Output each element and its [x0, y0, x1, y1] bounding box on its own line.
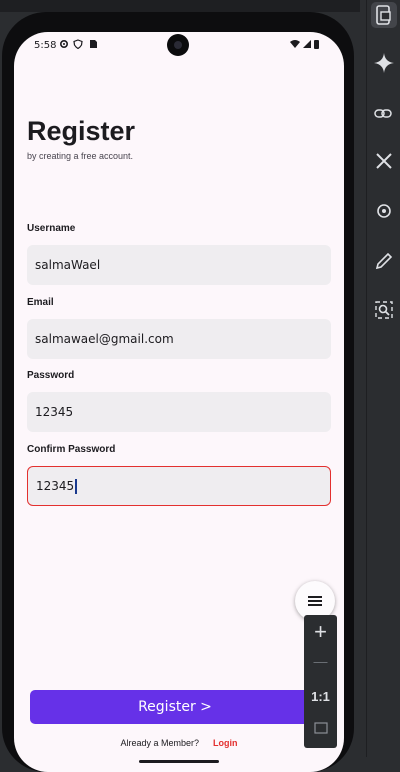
- shield-icon: [73, 39, 83, 49]
- confirm-password-value: 12345: [36, 479, 75, 493]
- ide-right-toolbar: [366, 0, 400, 757]
- email-label: Email: [27, 297, 54, 308]
- confirm-password-label: Confirm Password: [27, 444, 116, 455]
- zoom-in-button[interactable]: +: [304, 619, 337, 645]
- password-label: Password: [27, 370, 75, 381]
- device-manager-icon[interactable]: [371, 2, 397, 28]
- status-time: 5:58: [34, 40, 57, 51]
- phone-frame: 5:58 Register by creating a free account…: [2, 12, 354, 772]
- zoom-controls: + — 1:1: [304, 615, 337, 748]
- login-prompt: Already a Member? Login: [14, 738, 344, 748]
- password-value: 12345: [35, 405, 74, 419]
- register-button[interactable]: Register >: [30, 690, 320, 724]
- pencil-icon[interactable]: [371, 248, 397, 274]
- app-screen: 5:58 Register by creating a free account…: [14, 32, 344, 772]
- email-field[interactable]: salmawael@gmail.com: [27, 319, 331, 359]
- settings-edit-icon[interactable]: [371, 198, 397, 224]
- inspect-icon[interactable]: [371, 297, 397, 323]
- confirm-password-field[interactable]: 12345: [27, 466, 331, 506]
- text-cursor: [75, 478, 78, 494]
- link-icon[interactable]: [371, 101, 397, 127]
- username-value: salmaWael: [35, 258, 101, 272]
- wifi-icon: [290, 40, 300, 48]
- menu-icon: [308, 596, 322, 606]
- zoom-out-button[interactable]: —: [304, 653, 337, 669]
- login-link[interactable]: Login: [213, 738, 238, 748]
- zoom-fit-button[interactable]: [304, 721, 337, 739]
- tools-icon[interactable]: [371, 148, 397, 174]
- front-camera: [167, 34, 189, 56]
- ide-top-strip: [0, 0, 360, 12]
- username-field[interactable]: salmaWael: [27, 245, 331, 285]
- battery-icon: [314, 40, 319, 49]
- zoom-actual-size-button[interactable]: 1:1: [304, 689, 337, 704]
- username-label: Username: [27, 223, 76, 234]
- page-subtitle: by creating a free account.: [27, 151, 134, 161]
- sim-icon: [90, 40, 97, 48]
- settings-icon: [59, 39, 69, 49]
- email-value: salmawael@gmail.com: [35, 332, 174, 346]
- already-member-text: Already a Member?: [120, 738, 200, 748]
- password-field[interactable]: 12345: [27, 392, 331, 432]
- gemini-icon[interactable]: [371, 50, 397, 76]
- signal-icon: [303, 40, 311, 48]
- fit-screen-icon: [313, 722, 328, 734]
- gesture-home-bar[interactable]: [139, 760, 219, 763]
- page-title: Register: [27, 116, 136, 146]
